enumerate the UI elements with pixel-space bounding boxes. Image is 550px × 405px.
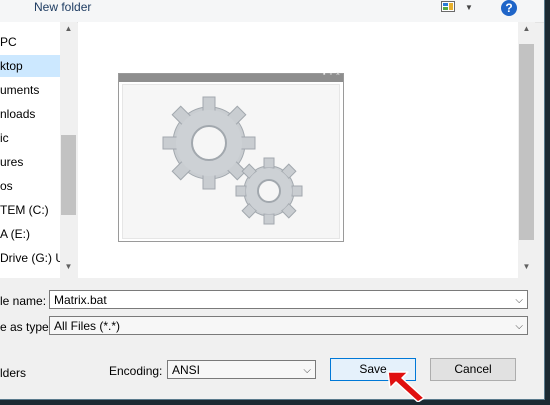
- window-controls-icon: ▪ ▫ ×: [323, 71, 341, 78]
- chevron-down-icon[interactable]: ⌵: [515, 317, 523, 336]
- preview-scrollbar[interactable]: ▲ ▼: [518, 22, 535, 278]
- view-dropdown-icon[interactable]: ▼: [465, 3, 473, 12]
- navigation-pane: PC ktop uments nloads ic ures os TEM (C:…: [0, 22, 60, 278]
- nav-item-this-pc[interactable]: PC: [0, 31, 17, 53]
- help-icon[interactable]: ?: [501, 0, 517, 16]
- nav-item-music[interactable]: ic: [0, 127, 9, 149]
- save-as-dialog: New folder ▼ ? PC ktop uments nloads ic …: [0, 0, 545, 400]
- nav-item-videos[interactable]: os: [0, 175, 13, 197]
- scroll-up-icon[interactable]: ▲: [60, 24, 77, 33]
- nav-item-drive-e[interactable]: A (E:): [0, 223, 30, 245]
- nav-item-desktop[interactable]: ktop: [0, 55, 60, 77]
- toolbar: New folder ▼ ?: [0, 0, 544, 23]
- nav-scrollbar[interactable]: ▲ ▼: [60, 22, 77, 278]
- view-options-icon[interactable]: [441, 1, 455, 12]
- scroll-up-icon[interactable]: ▲: [518, 24, 535, 33]
- scroll-down-icon[interactable]: ▼: [60, 262, 77, 271]
- preview-window-body: [122, 84, 340, 239]
- file-name-label: le name:: [0, 294, 47, 308]
- red-arrow-annotation-icon: [387, 371, 425, 402]
- nav-item-pictures[interactable]: ures: [0, 151, 23, 173]
- new-folder-button[interactable]: New folder: [34, 0, 91, 14]
- scroll-down-icon[interactable]: ▼: [518, 262, 535, 271]
- chevron-down-icon[interactable]: ⌵: [303, 361, 311, 380]
- preview-window-titlebar: ▪ ▫ ×: [119, 71, 343, 82]
- encoding-label: Encoding:: [109, 364, 163, 378]
- encoding-value: ANSI: [172, 363, 201, 377]
- file-name-input[interactable]: Matrix.bat ⌵: [49, 290, 528, 309]
- encoding-select[interactable]: ANSI ⌵: [167, 360, 316, 379]
- save-as-type-label: e as type:: [0, 320, 53, 334]
- chevron-down-icon[interactable]: ⌵: [515, 291, 523, 310]
- nav-item-system-c[interactable]: TEM (C:): [0, 199, 49, 221]
- preview-scroll-thumb[interactable]: [519, 44, 534, 240]
- cancel-button[interactable]: Cancel: [430, 358, 516, 381]
- file-name-value: Matrix.bat: [54, 293, 107, 307]
- hide-folders-toggle[interactable]: lders: [0, 366, 26, 380]
- nav-item-downloads[interactable]: nloads: [0, 103, 35, 125]
- preview-window-thumbnail: ▪ ▫ ×: [118, 71, 344, 242]
- gears-icon: [162, 96, 303, 225]
- save-as-type-select[interactable]: All Files (*.*) ⌵: [49, 316, 528, 335]
- file-preview-pane: ▪ ▫ ×: [78, 22, 518, 278]
- save-as-type-value: All Files (*.*): [54, 319, 121, 333]
- nav-scroll-thumb[interactable]: [61, 135, 76, 215]
- nav-item-documents[interactable]: uments: [0, 79, 39, 101]
- nav-item-drive-g[interactable]: Drive (G:) U3: [0, 247, 60, 269]
